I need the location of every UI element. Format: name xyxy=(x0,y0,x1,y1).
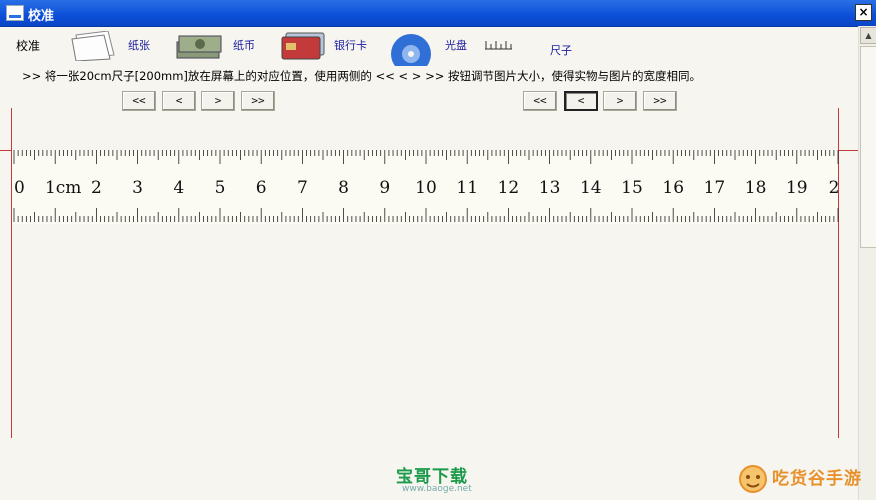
watermark-chihuogu-text: 吃货谷手游 xyxy=(772,469,862,489)
watermark-baoge-url: www.baoge.net xyxy=(402,484,472,494)
ruler-label: 8 xyxy=(338,178,349,198)
vertical-scrollbar[interactable]: ▲ xyxy=(858,26,876,500)
instruction-text: >> 将一张20cm尺子[200mm]放在屏幕上的对应位置，使用两侧的 << <… xyxy=(22,69,702,83)
ruler-label: 11 xyxy=(456,178,478,198)
left-grow-fast-button[interactable]: >> xyxy=(241,91,275,111)
ruler-label: 17 xyxy=(704,178,726,198)
close-button[interactable]: × xyxy=(855,4,872,21)
left-grow-button[interactable]: > xyxy=(201,91,235,111)
ruler-label: 2 xyxy=(91,178,102,198)
scroll-thumb[interactable] xyxy=(860,46,876,248)
calibration-window: 校准 × 校准 纸张 纸币 银行卡 光盘 尺子 ▲ >> 将一张20cm尺子[2… xyxy=(0,0,876,500)
ruler-label: 15 xyxy=(621,178,643,198)
banknote-icon[interactable] xyxy=(175,32,223,60)
bank-card-icon[interactable] xyxy=(280,31,326,61)
ruler-label: 3 xyxy=(132,178,143,198)
ruler-label: 0 xyxy=(14,178,25,198)
ruler-label: 16 xyxy=(662,178,684,198)
left-shrink-fast-button[interactable]: << xyxy=(122,91,156,111)
paper-icon[interactable] xyxy=(70,31,118,61)
ruler-label: 12 xyxy=(498,178,520,198)
left-shrink-button[interactable]: < xyxy=(162,91,196,111)
ruler-label: 14 xyxy=(580,178,602,198)
ruler-label: 6 xyxy=(256,178,267,198)
title-bar[interactable]: 校准 × xyxy=(0,0,876,27)
mascot-logo-icon xyxy=(739,465,767,493)
toolbar-item-paper[interactable]: 纸张 xyxy=(128,37,150,53)
ruler-label: 1cm xyxy=(45,178,81,198)
ruler-icon[interactable] xyxy=(484,31,514,55)
watermark-chihuogu: 吃货谷手游 xyxy=(734,458,874,496)
ruler-label: 7 xyxy=(297,178,308,198)
ruler-label: 9 xyxy=(379,178,390,198)
toolbar-item-bank-card[interactable]: 银行卡 xyxy=(334,37,367,53)
ruler-label: 19 xyxy=(786,178,808,198)
right-grow-fast-button[interactable]: >> xyxy=(643,91,677,111)
right-grow-button[interactable]: > xyxy=(603,91,637,111)
ruler-image: 0 1cm 2 3 4 5 6 7 8 9 10 11 12 13 14 15 16 17 18 19 2 xyxy=(12,150,840,224)
window-title: 校准 xyxy=(28,9,55,24)
toolbar: 校准 纸张 纸币 银行卡 光盘 尺子 xyxy=(0,26,858,66)
ruler-label: 18 xyxy=(745,178,767,198)
scroll-up-arrow-icon[interactable]: ▲ xyxy=(860,27,876,44)
toolbar-label: 校准 xyxy=(16,39,41,53)
app-icon xyxy=(6,5,24,21)
toolbar-item-ruler[interactable]: 尺子 xyxy=(550,42,572,58)
ruler-label: 5 xyxy=(215,178,226,198)
toolbar-item-disc[interactable]: 光盘 xyxy=(445,37,467,53)
toolbar-item-banknote[interactable]: 纸币 xyxy=(233,37,255,53)
right-shrink-button[interactable]: < xyxy=(564,91,598,111)
right-shrink-fast-button[interactable]: << xyxy=(523,91,557,111)
disc-icon[interactable] xyxy=(388,32,434,66)
ruler-label: 2 xyxy=(829,178,840,198)
ruler-label: 13 xyxy=(539,178,561,198)
ruler-label: 4 xyxy=(173,178,184,198)
ruler-label: 10 xyxy=(415,178,437,198)
